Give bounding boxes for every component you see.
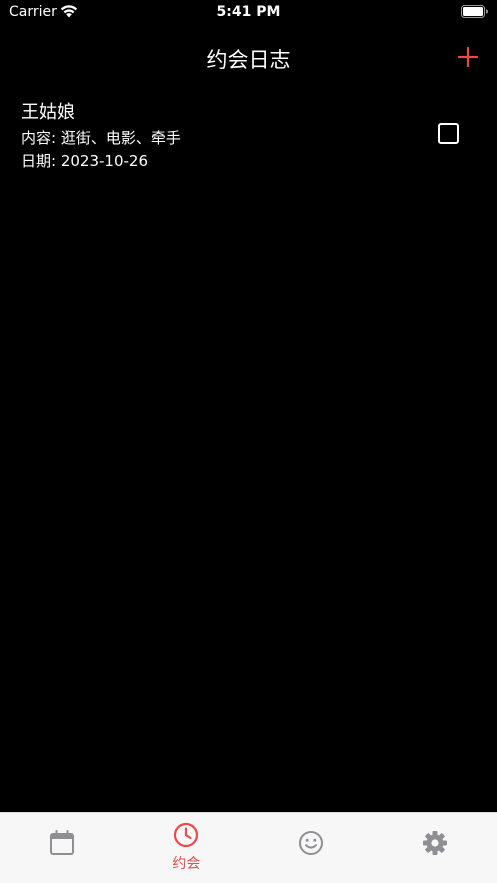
- entry-date: 日期: 2023-10-26: [21, 152, 148, 170]
- tab-bar: 约会: [0, 812, 497, 883]
- entry-checkbox[interactable]: [438, 123, 459, 144]
- tab-dates-label: 约会: [172, 856, 201, 872]
- status-bar: Carrier 5:41 PM: [0, 0, 497, 26]
- entry-name: 王姑娘: [21, 102, 75, 123]
- calendar-icon: [50, 830, 75, 855]
- smiley-icon: [298, 831, 323, 855]
- battery-full-icon: [461, 5, 488, 18]
- tab-calendar[interactable]: [0, 813, 124, 883]
- clock-icon: [174, 822, 199, 848]
- entry-content: 内容: 逛街、电影、牵手: [21, 129, 181, 147]
- tab-dates[interactable]: 约会: [124, 813, 248, 883]
- plus-icon[interactable]: [457, 46, 479, 68]
- tab-mood[interactable]: [249, 813, 373, 883]
- tab-settings[interactable]: [373, 813, 497, 883]
- list-item[interactable]: 王姑娘 内容: 逛街、电影、牵手 日期: 2023-10-26: [0, 94, 497, 174]
- page-title: 约会日志: [206, 48, 291, 72]
- gear-icon: [422, 831, 447, 855]
- status-time: 5:41 PM: [216, 4, 281, 20]
